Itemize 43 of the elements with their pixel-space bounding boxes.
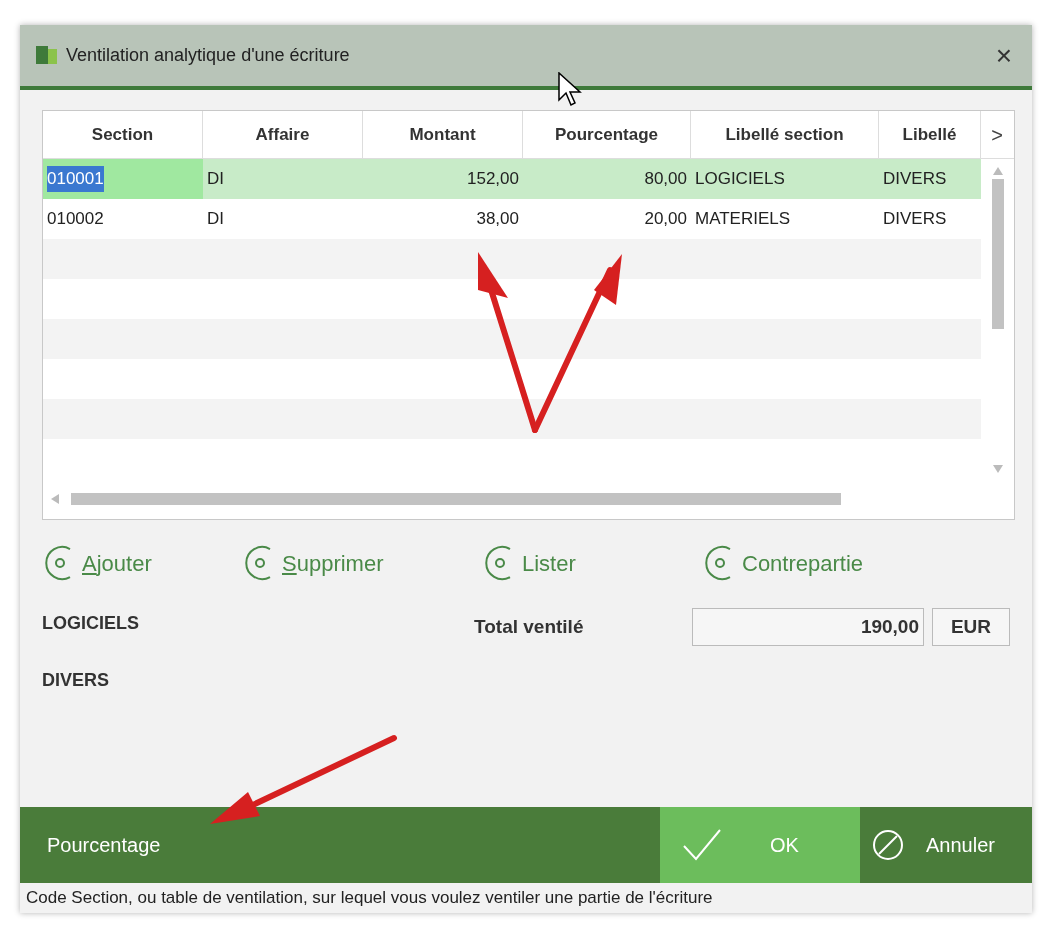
vertical-scrollbar[interactable] — [991, 179, 1004, 329]
table-row[interactable]: 010001 DI 152,00 80,00 LOGICIELS DIVERS — [43, 159, 981, 199]
scroll-down-icon[interactable] — [992, 465, 1003, 473]
total-label: Total ventilé — [474, 614, 585, 639]
currency-field: EUR — [932, 608, 1010, 646]
table-cell-text: 38,00 — [476, 208, 519, 231]
column-header[interactable]: Libellé — [879, 111, 981, 158]
action-button[interactable]: Supprimer — [242, 543, 482, 583]
app-icon — [36, 45, 58, 66]
window-title: Ventilation analytique d'une écriture — [66, 44, 350, 67]
table-cell: 010001 — [47, 166, 104, 192]
action-button[interactable]: Lister — [482, 543, 702, 583]
table-cell-text: DIVERS — [883, 168, 947, 191]
cursor-icon — [558, 72, 584, 108]
table-cell-text: DI — [207, 208, 224, 231]
info-label: DIVERS — [42, 669, 111, 692]
scroll-right-button[interactable]: > — [981, 111, 1013, 158]
horizontal-scrollbar[interactable] — [71, 493, 841, 505]
table-cell-text: 152,00 — [467, 168, 519, 191]
column-header[interactable]: Libellé section — [691, 111, 879, 158]
scroll-up-icon[interactable] — [992, 167, 1003, 175]
current-field-label: Pourcentage — [46, 833, 162, 858]
close-button[interactable]: × — [991, 41, 1016, 70]
table-cell-text: DI — [207, 168, 224, 191]
column-header[interactable]: Affaire — [203, 111, 363, 158]
info-label: LOGICIELS — [42, 612, 140, 635]
table-cell-text: 80,00 — [644, 168, 687, 191]
status-text: Code Section, ou table de ventilation, sur lequel vous voulez ventiler une partie de l'écriture — [25, 887, 714, 910]
table-cell-text: 010002 — [47, 208, 104, 231]
table-cell-text: 20,00 — [644, 208, 687, 231]
check-icon — [682, 828, 722, 862]
cancel-icon — [872, 829, 904, 861]
column-header[interactable]: Pourcentage — [523, 111, 691, 158]
column-header[interactable]: Section — [43, 111, 203, 158]
table-cell-text: DIVERS — [883, 208, 947, 231]
scroll-left-icon[interactable] — [51, 494, 59, 504]
action-button[interactable]: Contrepartie — [702, 543, 942, 583]
total-field: 190,00 — [692, 608, 924, 646]
table-cell-text: LOGICIELS — [695, 168, 785, 191]
cancel-button[interactable]: Annuler — [860, 807, 1032, 883]
column-header[interactable]: Montant — [363, 111, 523, 158]
table-cell-text: MATERIELS — [695, 208, 791, 231]
action-button[interactable]: Ajouter — [42, 543, 242, 583]
